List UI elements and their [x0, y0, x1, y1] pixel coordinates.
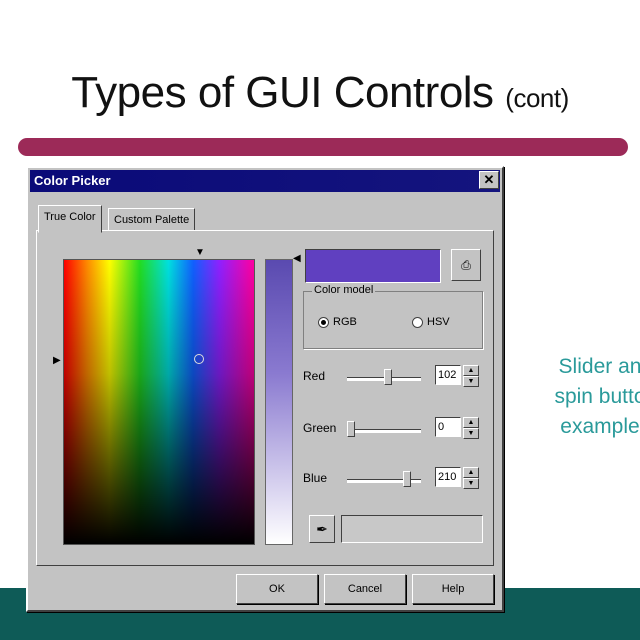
color-model-label: Color model [312, 284, 376, 296]
blue-slider-thumb[interactable] [402, 471, 411, 487]
slide-title: Types of GUI Controls (cont) [0, 68, 640, 118]
color-marker-icon[interactable] [194, 354, 204, 364]
slide-note: Slider an spin butto example [540, 352, 640, 442]
current-color-swatch [305, 249, 441, 283]
color-model-group: Color model RGB HSV [303, 284, 483, 349]
luminance-slider[interactable] [265, 259, 293, 545]
green-slider-track[interactable] [347, 429, 421, 433]
note-line: spin butto [554, 385, 640, 408]
apply-icon: ⎙ [461, 258, 471, 272]
eyedropper-icon: ✒ [316, 521, 328, 537]
red-spin-button: ▲ ▼ [435, 365, 479, 387]
tab-true-color[interactable]: True Color [38, 205, 102, 233]
note-line: example [560, 415, 640, 438]
tab-label: Custom Palette [114, 214, 190, 226]
eyedropper-button[interactable]: ✒ [309, 515, 335, 543]
true-color-panel: ▼ ▶ ◀ ⎙ Color model RGB HSV Red ▲ ▼ [36, 230, 494, 566]
slide-title-main: Types of GUI Controls [71, 68, 494, 117]
hue-pointer-icon[interactable]: ▼ [195, 247, 205, 258]
radio-selected-icon [318, 316, 329, 328]
ok-button[interactable]: OK [236, 574, 318, 604]
dialog-title: Color Picker [34, 173, 111, 188]
green-value-input[interactable] [435, 417, 461, 437]
help-button[interactable]: Help [412, 574, 494, 604]
spin-down-icon[interactable]: ▼ [463, 478, 479, 489]
red-value-input[interactable] [435, 365, 461, 385]
saturation-pointer-icon[interactable]: ▶ [53, 355, 61, 366]
title-divider [18, 138, 628, 156]
slide-title-suffix: (cont) [505, 83, 569, 113]
blue-spin-button: ▲ ▼ [435, 467, 479, 489]
color-preview-box [341, 515, 483, 543]
blue-label: Blue [303, 471, 328, 485]
close-button[interactable]: ✕ [479, 171, 499, 189]
red-label: Red [303, 369, 326, 383]
radio-label: HSV [427, 316, 450, 328]
red-slider-thumb[interactable] [384, 369, 393, 385]
tab-label: True Color [44, 211, 96, 223]
spin-up-icon[interactable]: ▲ [463, 467, 479, 478]
spin-up-icon[interactable]: ▲ [463, 365, 479, 376]
spin-down-icon[interactable]: ▼ [463, 376, 479, 387]
color-picker-dialog: Color Picker ✕ True Color Custom Palette… [26, 166, 504, 612]
close-icon: ✕ [483, 172, 495, 187]
color-apply-button[interactable]: ⎙ [451, 249, 481, 281]
radio-label: RGB [333, 316, 357, 328]
color-spectrum[interactable] [63, 259, 255, 545]
blue-value-input[interactable] [435, 467, 461, 487]
luminance-pointer-icon[interactable]: ◀ [293, 253, 301, 264]
tab-custom-palette[interactable]: Custom Palette [108, 208, 196, 232]
dialog-titlebar[interactable]: Color Picker [30, 170, 500, 192]
note-line: Slider an [558, 355, 640, 378]
radio-rgb[interactable]: RGB [318, 316, 357, 328]
radio-unselected-icon [412, 316, 423, 328]
spin-down-icon[interactable]: ▼ [463, 428, 479, 439]
green-slider-thumb[interactable] [347, 421, 355, 437]
green-spin-button: ▲ ▼ [435, 417, 479, 439]
spin-up-icon[interactable]: ▲ [463, 417, 479, 428]
radio-hsv[interactable]: HSV [412, 316, 450, 328]
green-label: Green [303, 421, 337, 435]
cancel-button[interactable]: Cancel [324, 574, 406, 604]
